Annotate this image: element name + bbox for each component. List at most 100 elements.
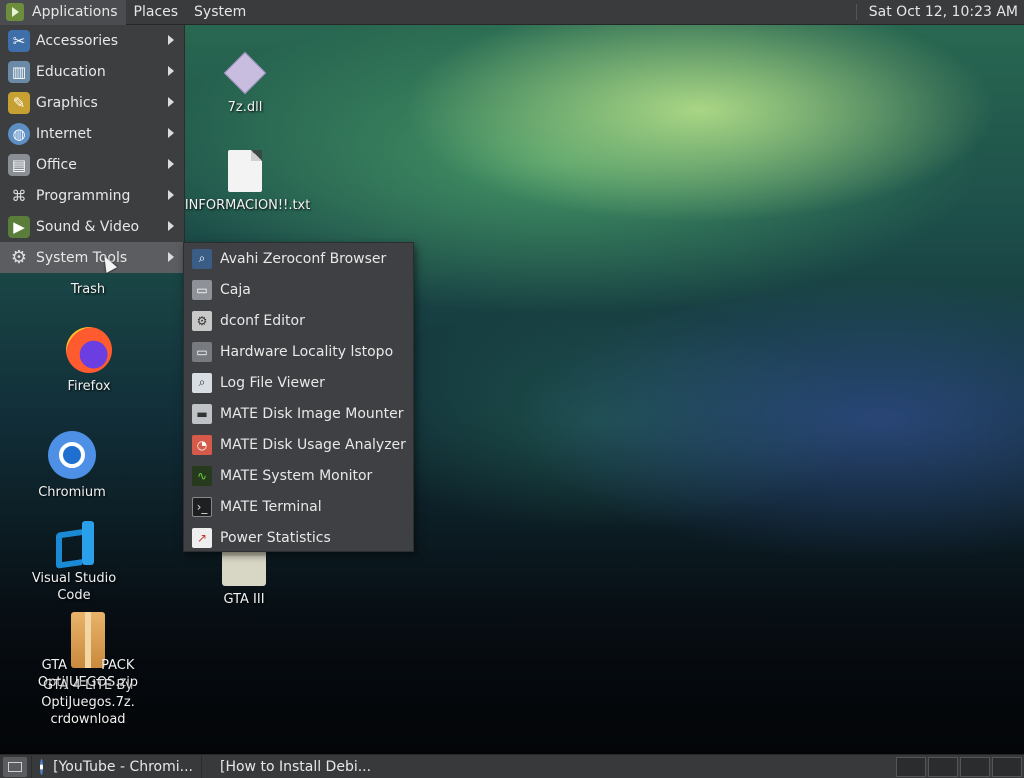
mate-logo-icon <box>6 3 24 21</box>
show-desktop-button[interactable] <box>3 756 27 777</box>
menu-item-mate-system-monitor[interactable]: ∿ MATE System Monitor <box>184 460 413 491</box>
desktop-icon-7z-dll[interactable]: 7z.dll <box>210 51 280 116</box>
chromium-icon <box>40 758 44 775</box>
terminal-icon: ›_ <box>192 496 212 517</box>
menu-item-log-file-viewer[interactable]: ⌕ Log File Viewer <box>184 367 413 398</box>
workspace-switcher-1[interactable] <box>896 756 926 777</box>
desktop-icon-label: Firefox <box>67 379 111 394</box>
workspace-switcher-4[interactable] <box>992 756 1022 777</box>
disk-mounter-icon: ▬ <box>192 403 212 424</box>
desktop-icon-label: Visual Studio Code <box>31 571 117 603</box>
taskbar-item-label: [YouTube - Chromi... <box>53 758 193 775</box>
bottom-panel: [YouTube - Chromi... [How to Install Deb… <box>0 754 1024 778</box>
dconf-icon: ⚙ <box>192 310 212 331</box>
desktop-icon-label: Trash <box>70 282 106 297</box>
system-tools-icon: ⚙ <box>10 247 28 268</box>
folder-icon <box>222 550 266 586</box>
desktop-icon-vscode[interactable]: Visual Studio Code <box>14 521 134 604</box>
desktop-icon-informacion-txt[interactable]: !INFORMACION!!.txt <box>180 150 310 214</box>
menu-item-label: Accessories <box>36 32 119 49</box>
menu-item-sound-video[interactable]: ▶ Sound & Video <box>0 211 184 242</box>
menu-item-internet[interactable]: ◍ Internet <box>0 118 184 149</box>
applications-menu-button[interactable]: Applications <box>0 0 126 25</box>
menu-item-label: Hardware Locality lstopo <box>220 343 394 360</box>
desktop-icon-firefox[interactable]: Firefox <box>49 327 129 395</box>
disk-usage-icon: ◔ <box>192 434 212 455</box>
menu-item-system-tools[interactable]: ⚙ System Tools <box>0 242 184 273</box>
menu-item-label: Graphics <box>36 94 98 111</box>
desktop-icon-gta-iii[interactable]: GTA III <box>214 550 274 608</box>
menu-item-label: Avahi Zeroconf Browser <box>220 250 387 267</box>
places-menu[interactable]: Places <box>126 0 187 25</box>
accessories-icon: ✂ <box>8 29 30 52</box>
menu-item-office[interactable]: ▤ Office <box>0 149 184 180</box>
menu-item-mate-disk-image-mounter[interactable]: ▬ MATE Disk Image Mounter <box>184 398 413 429</box>
chevron-right-icon <box>168 35 174 45</box>
lstopo-icon: ▭ <box>192 341 212 362</box>
gta4-lite-label: GTA 4 LITE By <box>43 678 133 693</box>
menu-item-label: Internet <box>36 125 92 142</box>
chevron-right-icon <box>168 190 174 200</box>
menu-item-label: Power Statistics <box>220 529 331 546</box>
menu-item-avahi-zeroconf-browser[interactable]: ⌕ Avahi Zeroconf Browser <box>184 243 413 274</box>
top-panel: Applications Places System Sat Oct 12, 1… <box>0 0 1024 25</box>
menu-item-graphics[interactable]: ✎ Graphics <box>0 87 184 118</box>
graphics-icon: ✎ <box>8 91 30 114</box>
firefox-icon <box>66 327 112 373</box>
gta-pack-label-part1: GTA <box>41 658 68 673</box>
chevron-right-icon <box>168 159 174 169</box>
clock[interactable]: Sat Oct 12, 10:23 AM <box>855 4 1024 20</box>
taskbar-item-label: [How to Install Debi... <box>220 758 372 775</box>
desktop-icon <box>8 761 22 772</box>
office-icon: ▤ <box>8 153 30 176</box>
system-monitor-icon: ∿ <box>192 465 212 486</box>
system-menu[interactable]: System <box>186 0 254 25</box>
desktop-icon-trash[interactable]: Trash <box>48 276 128 298</box>
caja-icon: ▭ <box>192 279 212 300</box>
menu-item-dconf-editor[interactable]: ⚙ dconf Editor <box>184 305 413 336</box>
desktop-icon-label-gta: GTA PACK OptiJUEGOS.zip GTA 4 LITE By Op… <box>0 657 176 728</box>
chevron-right-icon <box>168 97 174 107</box>
menu-item-caja[interactable]: ▭ Caja <box>184 274 413 305</box>
desktop-icon-label: GTA III <box>223 592 265 607</box>
chevron-right-icon <box>168 252 174 262</box>
menu-item-label: Caja <box>220 281 251 298</box>
desktop-icon-chromium[interactable]: Chromium <box>32 431 112 501</box>
workspace-switcher-3[interactable] <box>960 756 990 777</box>
menu-item-accessories[interactable]: ✂ Accessories <box>0 25 184 56</box>
workspace-switcher-2[interactable] <box>928 756 958 777</box>
gta4-lite-label-line3: crdownload <box>50 712 126 727</box>
menu-item-programming[interactable]: ⌘ Programming <box>0 180 184 211</box>
desktop-icon-label: Chromium <box>38 485 106 500</box>
power-stats-icon: ↗ <box>192 527 212 548</box>
menu-item-label: MATE Terminal <box>220 498 322 515</box>
desktop-icon-label: !INFORMACION!!.txt <box>179 198 311 213</box>
desktop-icon-label: 7z.dll <box>227 100 263 115</box>
gta-pack-label-part2: PACK <box>101 658 135 673</box>
avahi-icon: ⌕ <box>192 248 212 269</box>
menu-item-label: Log File Viewer <box>220 374 325 391</box>
chevron-right-icon <box>168 221 174 231</box>
chevron-right-icon <box>168 66 174 76</box>
menu-item-power-statistics[interactable]: ↗ Power Statistics <box>184 522 413 553</box>
vscode-icon <box>52 521 96 565</box>
system-tools-submenu: ⌕ Avahi Zeroconf Browser ▭ Caja ⚙ dconf … <box>183 242 414 552</box>
menu-item-label: Sound & Video <box>36 218 140 235</box>
menu-item-label: MATE Disk Usage Analyzer <box>220 436 406 453</box>
text-file-icon <box>228 150 262 192</box>
log-viewer-icon: ⌕ <box>192 372 212 393</box>
applications-menu: ✂ Accessories ▥ Education ✎ Graphics ◍ I… <box>0 25 185 273</box>
menu-item-mate-terminal[interactable]: ›_ MATE Terminal <box>184 491 413 522</box>
menu-item-hardware-locality-lstopo[interactable]: ▭ Hardware Locality lstopo <box>184 336 413 367</box>
menu-item-education[interactable]: ▥ Education <box>0 56 184 87</box>
taskbar-item-how-to-install-debian[interactable]: [How to Install Debi... <box>201 755 372 778</box>
taskbar-item-youtube-chromium[interactable]: [YouTube - Chromi... <box>31 755 201 778</box>
menu-item-label: Programming <box>36 187 131 204</box>
menu-item-mate-disk-usage-analyzer[interactable]: ◔ MATE Disk Usage Analyzer <box>184 429 413 460</box>
dll-file-icon <box>223 51 267 95</box>
menu-item-label: MATE Disk Image Mounter <box>220 405 404 422</box>
menu-item-label: MATE System Monitor <box>220 467 373 484</box>
menu-item-label: dconf Editor <box>220 312 305 329</box>
menu-item-label: Education <box>36 63 106 80</box>
chevron-right-icon <box>168 128 174 138</box>
